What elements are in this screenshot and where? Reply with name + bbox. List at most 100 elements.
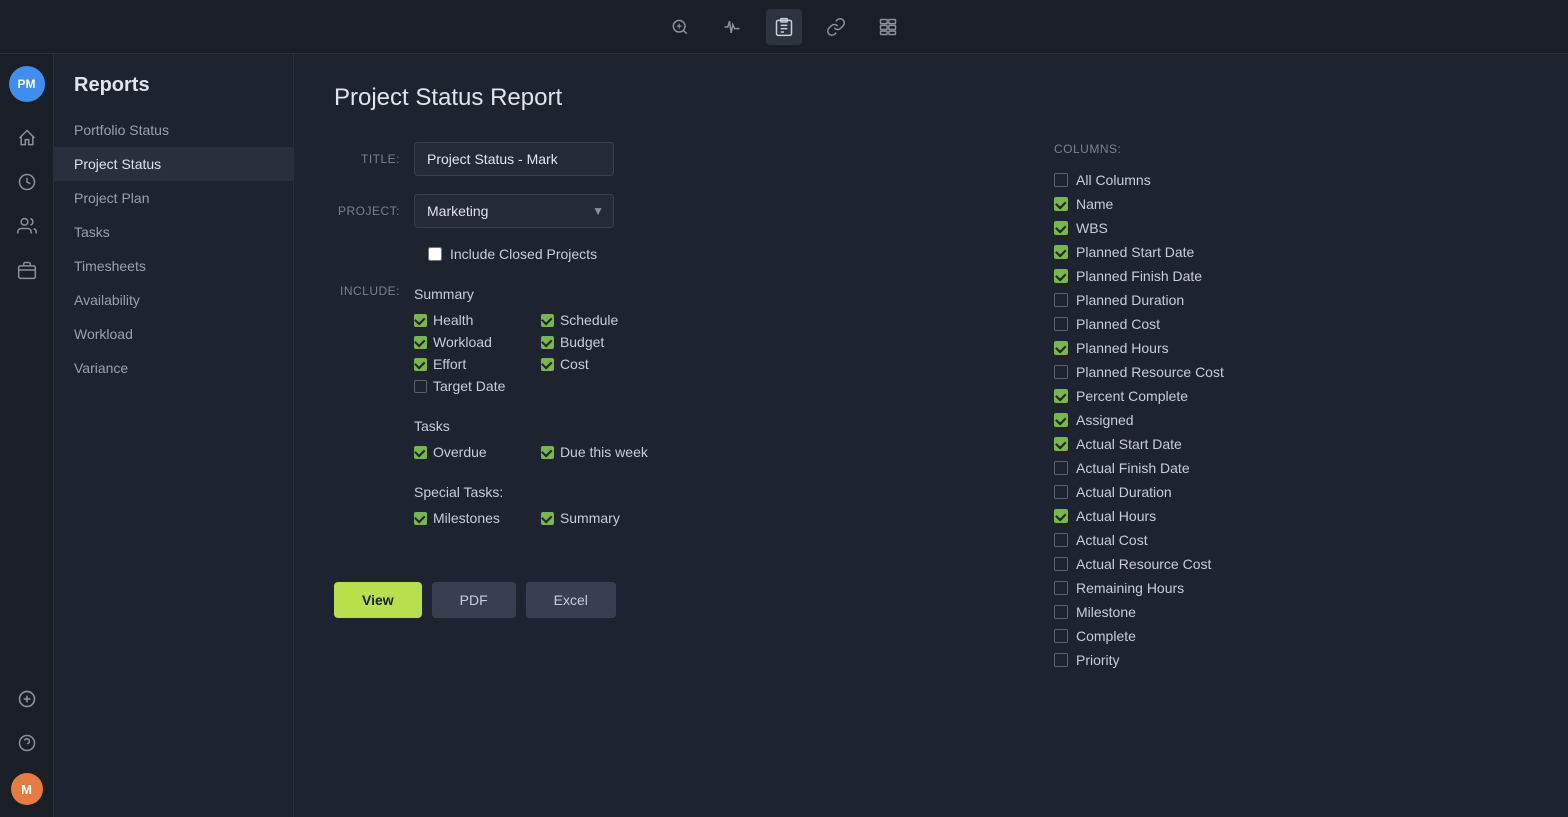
actual-finish-checkbox[interactable] [1054, 461, 1068, 475]
col-complete: Complete [1054, 624, 1310, 648]
sidebar-item-project-status[interactable]: Project Status [54, 147, 293, 181]
project-select[interactable]: Marketing [414, 194, 614, 228]
target-date-label: Target Date [433, 378, 505, 394]
milestone-checkbox[interactable] [1054, 605, 1068, 619]
sidebar-item-availability[interactable]: Availability [54, 283, 293, 317]
top-toolbar [0, 0, 1568, 54]
search-zoom-icon[interactable] [662, 9, 698, 45]
pm-logo[interactable]: PM [9, 66, 45, 102]
include-closed-label[interactable]: Include Closed Projects [450, 246, 597, 262]
pdf-button[interactable]: PDF [432, 582, 516, 618]
name-checkbox[interactable] [1054, 197, 1068, 211]
include-workload: Workload [414, 334, 521, 350]
excel-button[interactable]: Excel [526, 582, 616, 618]
workload-checkbox[interactable] [414, 336, 427, 349]
view-button[interactable]: View [334, 582, 422, 618]
summary-checkbox[interactable] [541, 512, 554, 525]
planned-start-label: Planned Start Date [1076, 244, 1194, 260]
include-closed-checkbox[interactable] [428, 247, 442, 261]
help-nav-icon[interactable] [9, 725, 45, 761]
add-nav-icon[interactable] [9, 681, 45, 717]
col-planned-resource-cost: Planned Resource Cost [1054, 360, 1310, 384]
clock-nav-icon[interactable] [9, 164, 45, 200]
form-left: TITLE: PROJECT: Marketing ▼ [334, 142, 1014, 672]
actual-duration-label: Actual Duration [1076, 484, 1172, 500]
workload-label: Workload [433, 334, 492, 350]
target-date-checkbox[interactable] [414, 380, 427, 393]
planned-finish-label: Planned Finish Date [1076, 268, 1202, 284]
include-due-this-week: Due this week [541, 444, 648, 460]
col-percent-complete: Percent Complete [1054, 384, 1310, 408]
clipboard-icon[interactable] [766, 9, 802, 45]
columns-section: COLUMNS: All Columns Name WBS [1054, 142, 1314, 672]
users-nav-icon[interactable] [9, 208, 45, 244]
sidebar-item-workload[interactable]: Workload [54, 317, 293, 351]
col-planned-finish: Planned Finish Date [1054, 264, 1310, 288]
reports-sidebar: Reports Portfolio Status Project Status … [54, 54, 294, 817]
pulse-icon[interactable] [714, 9, 750, 45]
cost-checkbox[interactable] [541, 358, 554, 371]
actual-resource-cost-checkbox[interactable] [1054, 557, 1068, 571]
col-planned-cost: Planned Cost [1054, 312, 1310, 336]
percent-complete-checkbox[interactable] [1054, 389, 1068, 403]
tasks-title: Tasks [414, 418, 648, 434]
actual-cost-checkbox[interactable] [1054, 533, 1068, 547]
home-nav-icon[interactable] [9, 120, 45, 156]
planned-hours-checkbox[interactable] [1054, 341, 1068, 355]
title-input[interactable] [414, 142, 614, 176]
project-row: PROJECT: Marketing ▼ [334, 194, 1014, 228]
overdue-checkbox[interactable] [414, 446, 427, 459]
overdue-label: Overdue [433, 444, 487, 460]
actual-hours-label: Actual Hours [1076, 508, 1156, 524]
actual-hours-checkbox[interactable] [1054, 509, 1068, 523]
col-actual-finish: Actual Finish Date [1054, 456, 1310, 480]
health-checkbox[interactable] [414, 314, 427, 327]
include-target-date: Target Date [414, 378, 521, 394]
budget-checkbox[interactable] [541, 336, 554, 349]
due-this-week-checkbox[interactable] [541, 446, 554, 459]
briefcase-nav-icon[interactable] [9, 252, 45, 288]
wbs-checkbox[interactable] [1054, 221, 1068, 235]
planned-duration-checkbox[interactable] [1054, 293, 1068, 307]
buttons-row: View PDF Excel [334, 582, 1014, 618]
complete-label: Complete [1076, 628, 1136, 644]
layout-icon[interactable] [870, 9, 906, 45]
milestone-label: Milestone [1076, 604, 1136, 620]
sidebar-item-timesheets[interactable]: Timesheets [54, 249, 293, 283]
assigned-checkbox[interactable] [1054, 413, 1068, 427]
effort-checkbox[interactable] [414, 358, 427, 371]
sidebar-item-variance[interactable]: Variance [54, 351, 293, 385]
actual-start-label: Actual Start Date [1076, 436, 1182, 452]
planned-resource-cost-checkbox[interactable] [1054, 365, 1068, 379]
planned-cost-checkbox[interactable] [1054, 317, 1068, 331]
special-tasks-title: Special Tasks: [414, 484, 648, 500]
col-assigned: Assigned [1054, 408, 1310, 432]
priority-checkbox[interactable] [1054, 653, 1068, 667]
avatar[interactable]: M [11, 773, 43, 805]
actual-duration-checkbox[interactable] [1054, 485, 1068, 499]
columns-label: COLUMNS: [1054, 142, 1314, 156]
col-actual-resource-cost: Actual Resource Cost [1054, 552, 1310, 576]
milestones-label: Milestones [433, 510, 500, 526]
milestones-checkbox[interactable] [414, 512, 427, 525]
planned-finish-checkbox[interactable] [1054, 269, 1068, 283]
link-icon[interactable] [818, 9, 854, 45]
schedule-checkbox[interactable] [541, 314, 554, 327]
reports-sidebar-title: Reports [54, 74, 293, 113]
sidebar-item-portfolio-status[interactable]: Portfolio Status [54, 113, 293, 147]
sidebar-item-project-plan[interactable]: Project Plan [54, 181, 293, 215]
include-effort: Effort [414, 356, 521, 372]
all-columns-checkbox[interactable] [1054, 173, 1068, 187]
page-title: Project Status Report [334, 84, 1528, 112]
remaining-hours-checkbox[interactable] [1054, 581, 1068, 595]
actual-start-checkbox[interactable] [1054, 437, 1068, 451]
columns-scroll: All Columns Name WBS Planned Start Date [1054, 168, 1314, 672]
col-actual-cost: Actual Cost [1054, 528, 1310, 552]
summary-checkboxes: Health Schedule Workload [414, 312, 648, 394]
include-milestones: Milestones [414, 510, 521, 526]
complete-checkbox[interactable] [1054, 629, 1068, 643]
sidebar-item-tasks[interactable]: Tasks [54, 215, 293, 249]
planned-start-checkbox[interactable] [1054, 245, 1068, 259]
main-layout: PM [0, 54, 1568, 817]
include-grid: Summary Health Schedule [414, 282, 648, 542]
